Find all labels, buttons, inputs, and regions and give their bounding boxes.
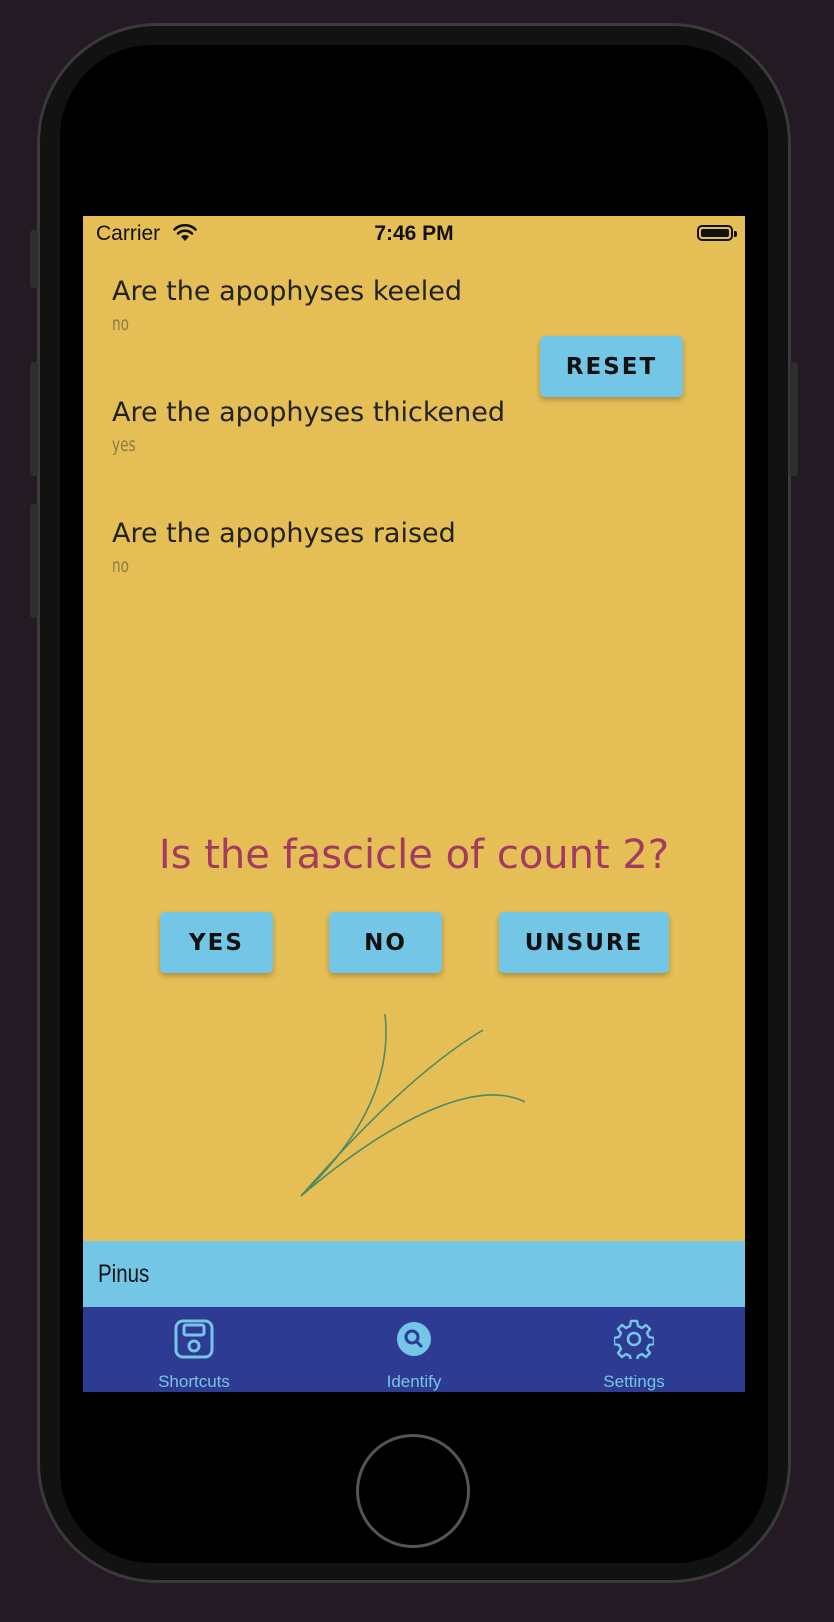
yes-button[interactable]: YES [160,912,273,973]
tab-label: Identify [386,1372,442,1391]
answer-value: no [112,555,130,577]
answer-item[interactable]: Are the apophyses raised no [112,518,456,577]
mute-switch [30,230,38,288]
unsure-button[interactable]: UNSURE [499,912,669,973]
status-bar: Carrier 7:46 PM [83,216,745,252]
answer-question: Are the apophyses raised [112,518,456,549]
reset-button[interactable]: RESET [540,336,683,397]
answer-value: yes [112,434,136,456]
answer-value: no [112,313,130,335]
home-button[interactable] [356,1434,470,1548]
battery-tip [734,231,737,237]
tab-bar: Shortcuts Identify Settings [83,1307,745,1392]
breadcrumb: Pinus [83,1241,745,1307]
battery-icon [697,225,733,241]
no-button[interactable]: NO [329,912,442,973]
volume-down-button [30,504,38,618]
tab-settings[interactable]: Settings [524,1307,744,1392]
gear-icon [614,1319,654,1359]
answer-question: Are the apophyses thickened [112,397,506,428]
tab-label: Settings [603,1372,665,1391]
breadcrumb-label: Pinus [98,1259,150,1288]
answer-question: Are the apophyses keeled [112,276,462,307]
power-button [790,362,798,476]
status-time: 7:46 PM [374,222,454,245]
save-icon [174,1319,214,1359]
search-icon [397,1322,431,1356]
answer-item[interactable]: Are the apophyses thickened yes [112,397,505,456]
tab-identify[interactable]: Identify [304,1307,524,1392]
pine-fascicle-illustration [300,1013,526,1197]
volume-up-button [30,362,38,476]
answer-item[interactable]: Are the apophyses keeled no [112,276,462,335]
tab-label: Shortcuts [158,1372,230,1391]
app-screen: Carrier 7:46 PM Are the apophyses keeled… [83,216,745,1392]
current-question: Is the fascicle of count 2? [158,832,670,878]
tab-shortcuts[interactable]: Shortcuts [84,1307,304,1392]
